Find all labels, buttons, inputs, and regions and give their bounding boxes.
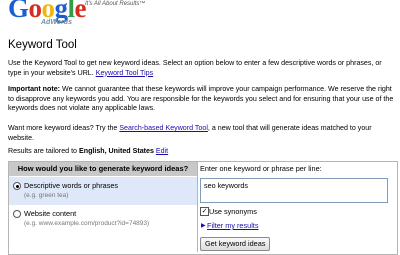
- tailored-locale: English, United States: [79, 147, 154, 155]
- more-ideas-paragraph: Want more keyword ideas? Try the Search-…: [8, 124, 394, 143]
- page-title: Keyword Tool: [8, 39, 77, 51]
- option-website-content-label: Website content: [24, 209, 77, 218]
- intro-text: Use the Keyword Tool to get new keyword …: [8, 59, 382, 77]
- radio-descriptive-words[interactable]: [13, 182, 21, 190]
- logo-letter: G: [8, 0, 29, 23]
- tagline: It's All About Results™: [85, 1, 146, 7]
- use-synonyms-checkbox[interactable]: ✓: [200, 207, 209, 216]
- important-note: Important note: We cannot guarantee that…: [8, 85, 394, 114]
- option-descriptive-words-label: Descriptive words or phrases: [24, 181, 119, 190]
- important-note-label: Important note:: [8, 85, 61, 93]
- get-keyword-ideas-button[interactable]: Get keyword ideas: [200, 237, 271, 251]
- keywords-textarea[interactable]: seo keywords: [200, 178, 388, 203]
- option-descriptive-words-hint: (e.g. green tea): [24, 192, 69, 199]
- panel-divider: [197, 162, 198, 252]
- search-based-keyword-tool-link[interactable]: Search-based Keyword Tool: [119, 124, 208, 132]
- keyword-entry-header: Enter one keyword or phrase per line:: [200, 164, 322, 173]
- more-ideas-prefix: Want more keyword ideas? Try the: [8, 124, 118, 132]
- filter-my-results-link[interactable]: Filter my results: [207, 221, 259, 230]
- keyword-tool-tips-link[interactable]: Keyword Tool Tips: [96, 69, 153, 77]
- results-tailored: Results are tailored to English, United …: [8, 147, 394, 157]
- option-website-content-hint: (e.g. www.example.com/product?id=74893): [24, 220, 150, 227]
- logo-letter: o: [28, 0, 43, 23]
- important-note-text: We cannot guarantee that these keywords …: [8, 85, 394, 113]
- generate-method-header: How would you like to generate keyword i…: [9, 162, 197, 176]
- use-synonyms-label: Use synonyms: [209, 207, 257, 216]
- radio-website-content[interactable]: [13, 210, 21, 218]
- edit-locale-link[interactable]: Edit: [156, 147, 168, 155]
- intro-paragraph: Use the Keyword Tool to get new keyword …: [8, 59, 394, 78]
- expand-arrow-icon[interactable]: ▶: [201, 222, 206, 229]
- tailored-prefix: Results are tailored to: [8, 147, 78, 155]
- adwords-label: AdWords: [41, 19, 72, 26]
